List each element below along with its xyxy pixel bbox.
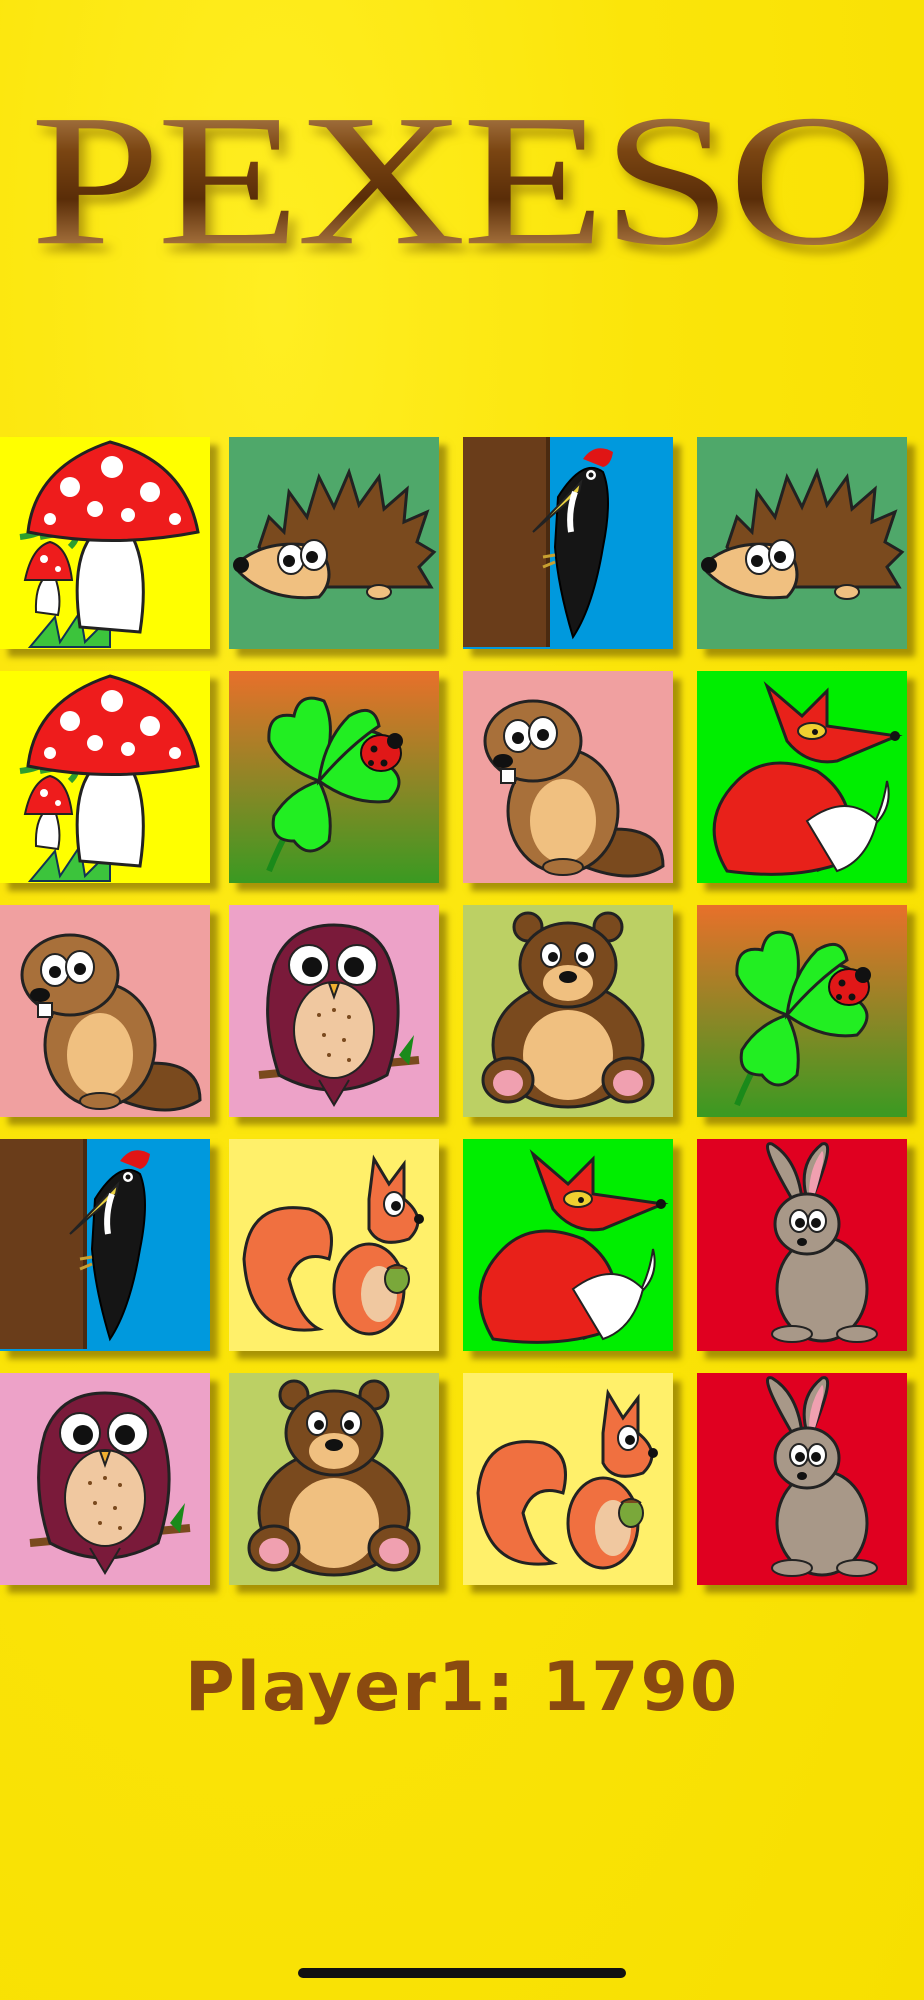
card-hedgehog[interactable] [229, 437, 439, 649]
bear-picture [229, 1373, 439, 1585]
card-clover-with-ladybug[interactable] [697, 905, 907, 1117]
rabbit-picture [697, 1139, 907, 1351]
card-bear[interactable] [229, 1373, 439, 1585]
owl-picture [0, 1373, 210, 1585]
card-woodpecker[interactable] [0, 1139, 210, 1351]
card-clover-with-ladybug[interactable] [229, 671, 439, 883]
mushroom-picture [0, 671, 210, 883]
card-rabbit[interactable] [697, 1373, 907, 1585]
woodpecker-picture [463, 437, 673, 649]
card-woodpecker[interactable] [463, 437, 673, 649]
card-owl[interactable] [0, 1373, 210, 1585]
card-beaver[interactable] [0, 905, 210, 1117]
player-score: Player1: 1790 [184, 1648, 740, 1727]
squirrel-picture [463, 1373, 673, 1585]
hedgehog-picture [229, 437, 439, 649]
clover-with-ladybug-picture [229, 671, 439, 883]
card-fox[interactable] [697, 671, 907, 883]
squirrel-picture [229, 1139, 439, 1351]
card-squirrel[interactable] [229, 1139, 439, 1351]
fox-picture [463, 1139, 673, 1351]
beaver-picture [0, 905, 210, 1117]
card-squirrel[interactable] [463, 1373, 673, 1585]
woodpecker-picture [0, 1139, 210, 1351]
mushroom-picture [0, 437, 210, 649]
fox-picture [697, 671, 907, 883]
hedgehog-picture [697, 437, 907, 649]
card-rabbit[interactable] [697, 1139, 907, 1351]
rabbit-picture [697, 1373, 907, 1585]
card-mushroom[interactable] [0, 437, 210, 649]
home-indicator [298, 1968, 626, 1978]
clover-with-ladybug-picture [697, 905, 907, 1117]
card-fox[interactable] [463, 1139, 673, 1351]
owl-picture [229, 905, 439, 1117]
bear-picture [463, 905, 673, 1117]
card-bear[interactable] [463, 905, 673, 1117]
card-grid [0, 0, 924, 1600]
card-beaver[interactable] [463, 671, 673, 883]
card-mushroom[interactable] [0, 671, 210, 883]
beaver-picture [463, 671, 673, 883]
card-hedgehog[interactable] [697, 437, 907, 649]
card-owl[interactable] [229, 905, 439, 1117]
